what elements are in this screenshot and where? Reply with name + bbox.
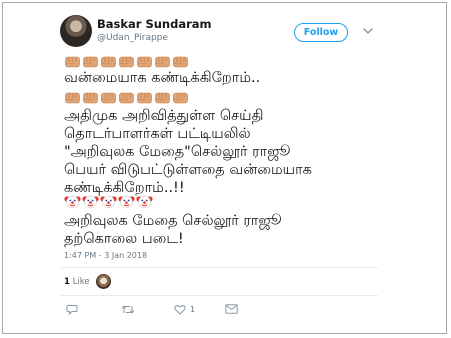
tweet-line: பெயர் விடுபட்டுள்ளதை வன்மையாக <box>64 162 312 178</box>
clown-emoji <box>100 194 117 209</box>
fist-emoji <box>100 54 117 69</box>
fist-emoji <box>64 90 81 105</box>
liker-avatar[interactable] <box>96 274 111 289</box>
clown-emoji-row <box>64 194 153 209</box>
fist-emoji <box>172 90 189 105</box>
fist-emoji <box>100 90 117 105</box>
retweet-button[interactable] <box>121 303 135 315</box>
fist-emoji <box>118 54 135 69</box>
like-icon <box>174 304 186 314</box>
likes-label: Like <box>72 277 90 287</box>
likes-count[interactable]: 1 Like <box>64 277 90 287</box>
fist-emoji <box>136 54 153 69</box>
fist-emoji-row <box>64 90 189 105</box>
direct-message-button[interactable] <box>225 303 238 315</box>
fist-emoji <box>82 90 99 105</box>
fist-emoji <box>118 90 135 105</box>
fist-emoji <box>154 90 171 105</box>
reply-icon <box>66 304 78 315</box>
fist-emoji <box>82 54 99 69</box>
fist-emoji <box>172 54 189 69</box>
reply-button[interactable] <box>66 303 78 315</box>
user-handle[interactable]: @Udan_Pirappe <box>97 33 168 43</box>
like-count: 1 <box>190 304 196 314</box>
follow-button[interactable]: Follow <box>294 23 348 42</box>
fist-emoji-row <box>64 54 189 69</box>
message-icon <box>225 304 238 314</box>
user-name[interactable]: Baskar Sundaram <box>97 17 212 31</box>
avatar[interactable] <box>60 15 92 47</box>
tweet-line: வன்மையாக கண்டிக்கிறோம்.. <box>64 70 261 86</box>
clown-emoji <box>82 194 99 209</box>
clown-emoji <box>118 194 135 209</box>
retweet-icon <box>121 305 135 313</box>
likes-number: 1 <box>64 277 70 287</box>
divider <box>60 267 378 268</box>
divider <box>60 295 378 296</box>
fist-emoji <box>136 90 153 105</box>
chevron-down-icon[interactable] <box>362 26 374 36</box>
tweet-line: தற்கொலை படை! <box>64 231 184 247</box>
tweet-line: அதிமுக அறிவித்துள்ள செய்தி <box>64 108 264 124</box>
tweet-line: தொடர்பாளர்கள் பட்டியலில் <box>64 126 251 142</box>
tweet-timestamp[interactable]: 1:47 PM - 3 Jan 2018 <box>64 251 147 260</box>
clown-emoji <box>64 194 81 209</box>
like-button[interactable]: 1 <box>174 303 195 315</box>
clown-emoji <box>136 194 153 209</box>
fist-emoji <box>154 54 171 69</box>
tweet-line: "அறிவுலக மேதை"செல்லூர் ராஜூ <box>64 144 291 160</box>
fist-emoji <box>64 54 81 69</box>
tweet-line: அறிவுலக மேதை செல்லூர் ராஜூ <box>64 213 282 229</box>
